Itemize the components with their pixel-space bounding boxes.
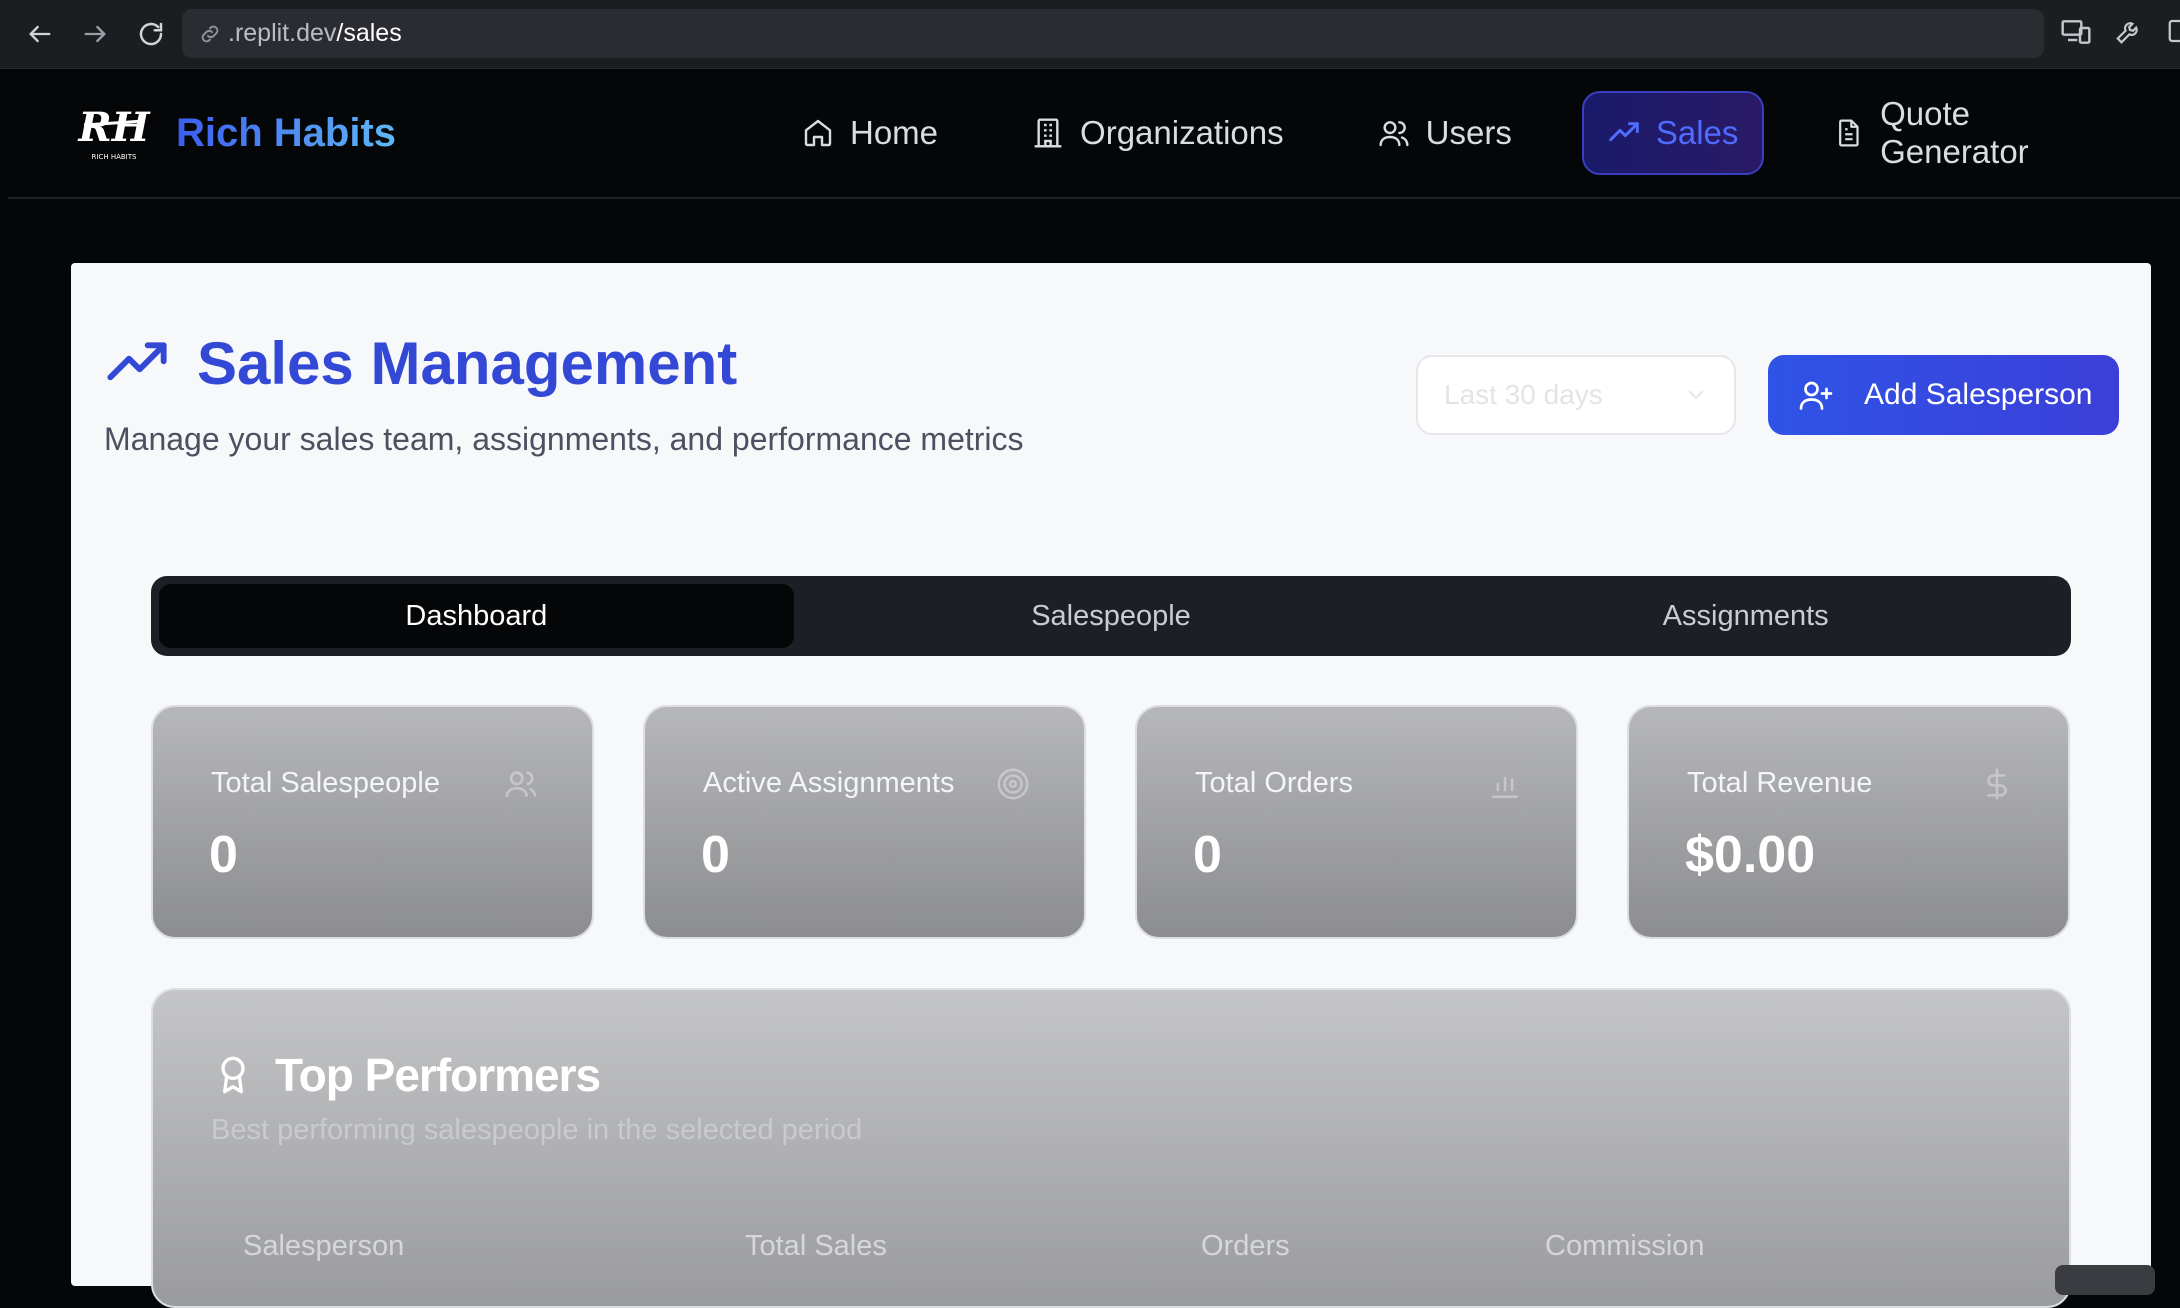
column-header-orders[interactable]: Orders [1201, 1230, 1290, 1263]
stat-value: $0.00 [1685, 826, 1816, 884]
period-select[interactable]: Last 30 days [1416, 355, 1736, 435]
main-nav: Home Organizations Users Sales Quote Gen… [778, 91, 2180, 175]
users-icon [505, 771, 537, 797]
page-title: Sales Management [105, 329, 737, 398]
arrow-right-icon [84, 25, 106, 43]
period-select-value: Last 30 days [1444, 379, 1603, 410]
nav-label-sales: Sales [1655, 114, 1739, 151]
tab-dashboard[interactable]: Dashboard [159, 584, 794, 648]
bar-chart-icon [1492, 776, 1518, 799]
file-text-icon [1839, 119, 1860, 147]
stat-total-salespeople: Total Salespeople 0 [151, 705, 594, 939]
stat-value: 0 [209, 826, 238, 884]
add-salesperson-label: Add Salesperson [1864, 378, 2093, 411]
page-subtitle: Manage your sales team, assignments, and… [104, 421, 1024, 457]
nav-label-users: Users [1425, 114, 1512, 151]
stat-value: 0 [701, 826, 730, 884]
nav-label-quote-generator: Quote Generator [1880, 95, 2029, 170]
home-icon [804, 119, 832, 147]
stats-row: Total Salespeople 0 Active Assignments 0… [151, 705, 2070, 939]
scrollbar-thumb[interactable] [2055, 1265, 2155, 1295]
top-performers-card: Top Performers Best performing salespeop… [151, 988, 2071, 1308]
building-icon [1034, 118, 1062, 148]
user-plus-icon [1799, 381, 1833, 410]
column-header-total-sales[interactable]: Total Sales [745, 1230, 887, 1263]
arrow-left-icon [29, 25, 51, 43]
nav-label-organizations: Organizations [1080, 114, 1284, 151]
rich-habits-logo: RH RICH HABITS [77, 104, 150, 161]
tab-assignments[interactable]: Assignments [1428, 584, 2063, 648]
column-header-commission[interactable]: Commission [1545, 1230, 1705, 1263]
nav-label-home: Home [850, 114, 939, 151]
stat-label: Active Assignments [703, 767, 955, 799]
top-performers-subtitle: Best performing salespeople in the selec… [211, 1114, 863, 1146]
top-performers-title: Top Performers [275, 1049, 601, 1101]
reload-icon [139, 22, 163, 46]
nav-item-quote-generator[interactable]: Quote Generator [1810, 91, 2134, 175]
wrench-icon[interactable] [2114, 16, 2144, 46]
app-header: RH RICH HABITS Rich Habits Home Organiza… [8, 69, 2180, 199]
nav-item-sales[interactable]: Sales [1581, 91, 1765, 175]
trending-up-icon [107, 341, 167, 380]
nav-item-home[interactable]: Home [778, 91, 962, 175]
brand[interactable]: RH RICH HABITS Rich Habits [76, 103, 396, 163]
stat-label: Total Salespeople [211, 767, 440, 799]
sales-tabs: Dashboard Salespeople Assignments [151, 576, 2071, 656]
stat-active-assignments: Active Assignments 0 [643, 705, 1086, 939]
stat-value: 0 [1193, 826, 1222, 884]
browser-toolbar: .replit.dev/sales [0, 0, 2180, 69]
page-title-text: Sales Management [197, 330, 738, 397]
users-icon [1379, 121, 1409, 147]
brand-name: Rich Habits [176, 110, 397, 155]
reload-button[interactable] [131, 14, 171, 54]
column-header-salesperson[interactable]: Salesperson [243, 1230, 404, 1263]
logo-caption: RICH HABITS [92, 153, 137, 161]
panel-icon[interactable] [2166, 16, 2180, 46]
stat-label: Total Revenue [1687, 767, 1873, 799]
nav-item-users[interactable]: Users [1354, 91, 1536, 175]
url-host: .replit.dev [228, 19, 337, 47]
award-icon [221, 1056, 245, 1094]
nav-item-organizations[interactable]: Organizations [1008, 91, 1308, 175]
back-button[interactable] [20, 14, 60, 54]
address-bar[interactable]: .replit.dev/sales [182, 9, 2044, 58]
stat-total-orders: Total Orders 0 [1135, 705, 1578, 939]
chevron-down-icon [1689, 391, 1703, 400]
add-salesperson-button[interactable]: Add Salesperson [1768, 355, 2119, 435]
devices-icon[interactable] [2060, 16, 2092, 48]
top-performers-header: Top Performers [213, 1048, 601, 1102]
logo-monogram: RH [77, 104, 150, 151]
stat-total-revenue: Total Revenue $0.00 [1627, 705, 2070, 939]
dollar-icon [1987, 768, 2007, 800]
trending-up-icon [1609, 122, 1639, 142]
target-icon [997, 768, 1029, 800]
tab-salespeople[interactable]: Salespeople [794, 584, 1429, 648]
link-icon [201, 25, 219, 42]
stat-label: Total Orders [1195, 767, 1353, 799]
url-path: /sales [336, 19, 402, 47]
sales-page: Sales Management Manage your sales team,… [71, 263, 2151, 1308]
forward-button[interactable] [75, 14, 115, 54]
